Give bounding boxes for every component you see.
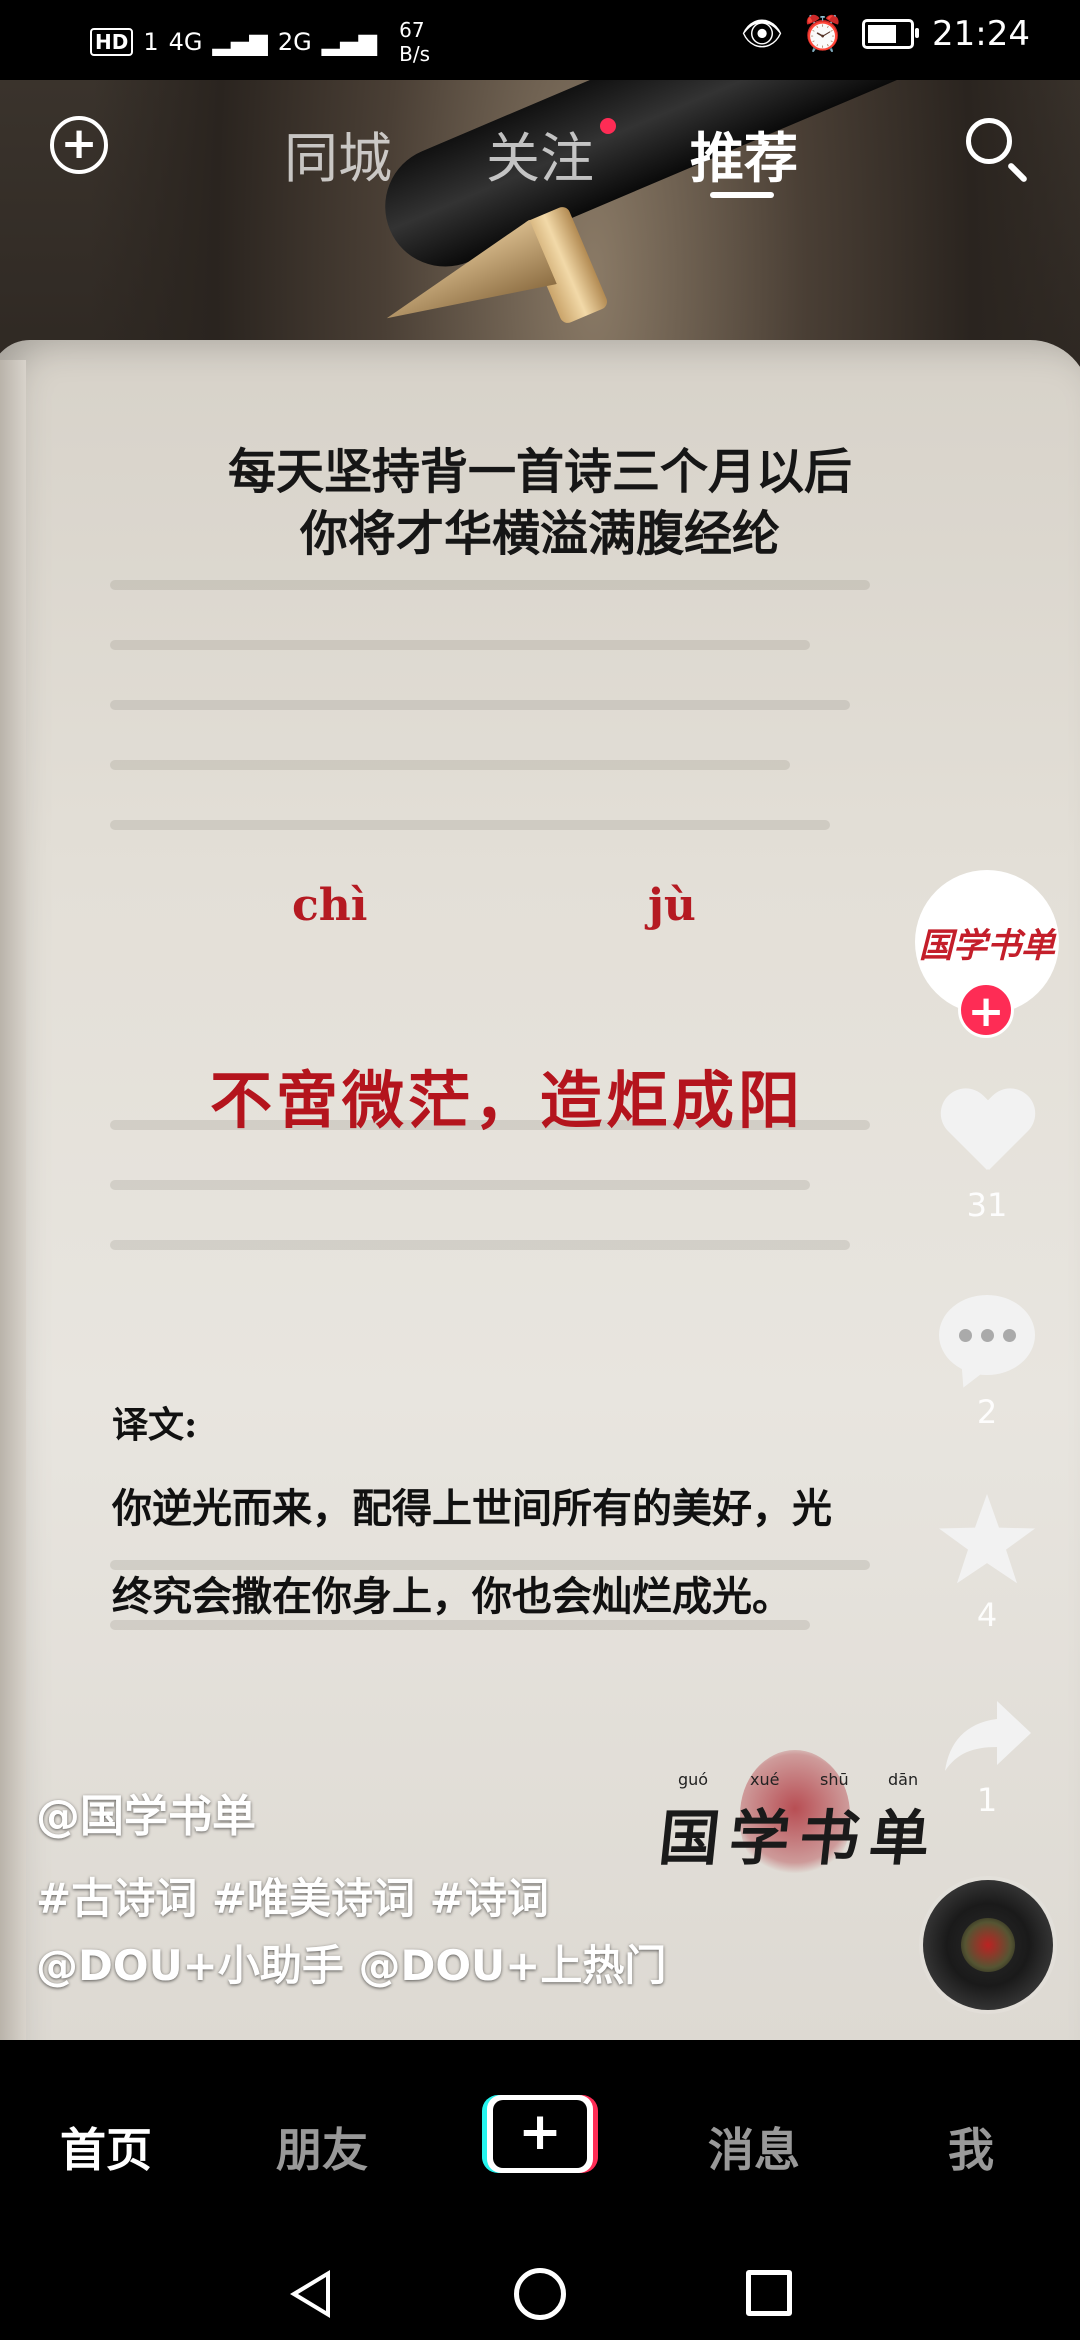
nav-me[interactable]: 我	[948, 2114, 994, 2180]
top-nav: + 同城 关注 推荐	[0, 80, 1080, 210]
mentions[interactable]: @DOU+小助手 @DOU+上热门	[36, 1932, 666, 1993]
faint-text-line	[110, 580, 870, 590]
favorite-button[interactable]: 4	[925, 1494, 1049, 1634]
search-icon[interactable]	[966, 118, 1012, 164]
translation-line-1: 你逆光而来，配得上世间所有的美好，光	[112, 1485, 832, 1532]
share-count: 1	[976, 1781, 998, 1819]
nav-friends[interactable]: 朋友	[276, 2114, 368, 2180]
back-icon[interactable]	[290, 2270, 330, 2318]
tab-recommend[interactable]: 推荐	[690, 114, 798, 193]
seal-pinyin: guó	[678, 1770, 709, 1789]
translation-line-2: 终究会撒在你身上，你也会灿烂成光。	[112, 1573, 792, 1620]
alarm-icon: ⏰	[801, 14, 845, 54]
share-button[interactable]: 1	[925, 1695, 1049, 1819]
notification-dot	[600, 118, 616, 134]
faint-text-line	[110, 640, 810, 650]
comment-count: 2	[976, 1393, 998, 1431]
music-disc[interactable]	[923, 1880, 1053, 2010]
heart-icon	[939, 1090, 1035, 1180]
status-bar: HD 1 4G ▂▄▆ 2G ▂▄▆ 67 B/s 👁 ⏰ 21:24	[0, 0, 1080, 80]
signal-bars-icon: ▂▄▆	[321, 28, 378, 56]
faint-text-line	[110, 760, 790, 770]
pinyin-chi: chì	[292, 880, 368, 931]
sim-indicator: 1	[143, 28, 159, 56]
faint-text-line	[110, 1180, 810, 1190]
faint-text-line	[110, 1240, 850, 1250]
star-icon	[939, 1494, 1035, 1584]
bottom-nav: 首页 朋友 + 消息 我	[0, 2040, 1080, 2240]
pinyin-ju: jù	[648, 880, 696, 931]
share-arrow-icon	[939, 1695, 1035, 1775]
idiom-text: 不啻微茫，造炬成阳	[210, 1064, 805, 1137]
author-name[interactable]: @国学书单	[36, 1780, 256, 1844]
comment-button[interactable]: 2	[925, 1295, 1049, 1431]
speed-value: 67	[399, 18, 425, 42]
signal-4g: 4G	[168, 28, 203, 56]
active-tab-indicator	[710, 192, 774, 198]
like-count: 31	[966, 1186, 1008, 1224]
network-speed: 67 B/s	[399, 18, 430, 66]
nav-messages[interactable]: 消息	[708, 2114, 800, 2180]
video-player[interactable]: 每天坚持背一首诗三个月以后 你将才华横溢满腹经纶 chì jù 不啻微茫，造炬成…	[0, 80, 1080, 2040]
headline-line-1: 每天坚持背一首诗三个月以后	[227, 444, 852, 500]
nav-home[interactable]: 首页	[60, 2114, 152, 2180]
system-nav-bar	[0, 2240, 1080, 2340]
favorite-count: 4	[976, 1596, 998, 1634]
signal-2g: 2G	[277, 28, 312, 56]
translation-label: 译文:	[112, 1404, 198, 1446]
page-fold	[0, 360, 26, 2040]
create-button[interactable]: +	[482, 2095, 598, 2173]
clock: 21:24	[932, 14, 1030, 54]
faint-text-line	[110, 700, 850, 710]
faint-text-line	[110, 820, 830, 830]
hd-badge: HD	[90, 28, 134, 56]
seal-pinyin: xué	[750, 1770, 780, 1789]
seal-pinyin: shū	[820, 1770, 849, 1789]
follow-button[interactable]: +	[958, 982, 1014, 1038]
music-cover-icon	[961, 1918, 1015, 1972]
seal-text: 国学书单	[655, 1804, 944, 1874]
like-button[interactable]: 31	[925, 1090, 1049, 1224]
seal-pinyin: dān	[888, 1770, 919, 1789]
battery-icon	[862, 19, 920, 49]
plus-icon: +	[493, 2100, 587, 2168]
signal-bars-icon: ▂▄▆	[212, 28, 268, 56]
comment-icon	[939, 1295, 1035, 1375]
headline-line-2: 你将才华横溢满腹经纶	[299, 506, 780, 562]
tab-following[interactable]: 关注	[486, 114, 594, 193]
home-icon[interactable]	[514, 2268, 566, 2320]
eye-icon: 👁	[740, 14, 784, 54]
hashtags[interactable]: #古诗词 #唯美诗词 #诗词	[36, 1865, 549, 1926]
status-left: HD 1 4G ▂▄▆ 2G ▂▄▆ 67 B/s	[90, 18, 430, 66]
avatar-label: 国学书单	[919, 925, 1055, 966]
speed-unit: B/s	[399, 42, 431, 66]
status-right: 👁 ⏰ 21:24	[741, 14, 1031, 54]
add-circle-button[interactable]: +	[50, 116, 108, 174]
tab-nearby[interactable]: 同城	[284, 114, 392, 193]
recent-apps-icon[interactable]	[746, 2270, 792, 2316]
